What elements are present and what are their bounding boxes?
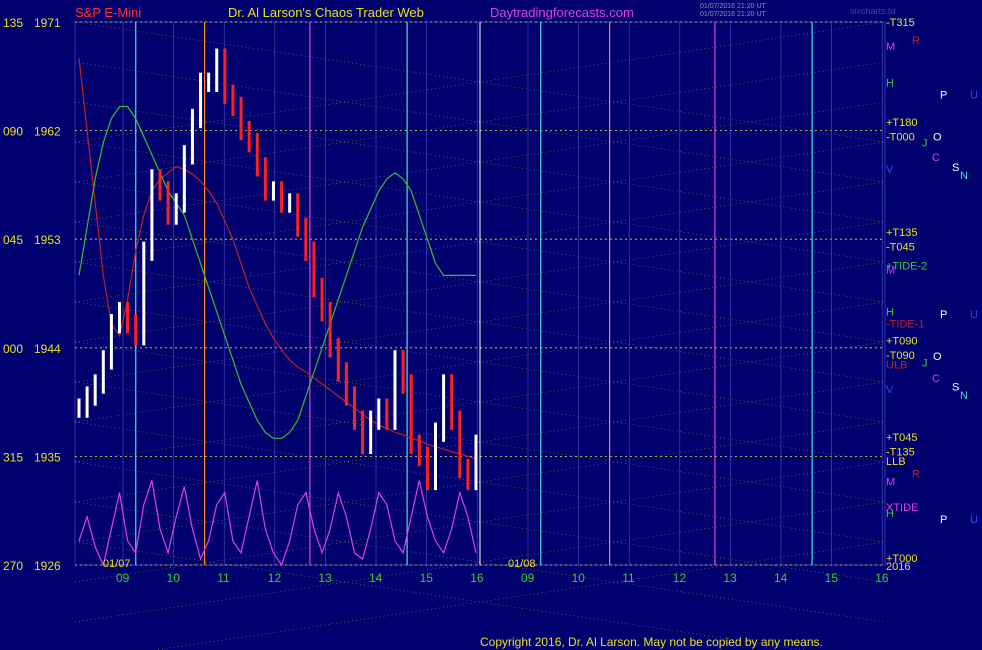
- y-label-price: 1971: [34, 16, 61, 30]
- panel-date: 01/08: [508, 558, 536, 570]
- y-label-price: 1944: [34, 342, 61, 356]
- price-marks: [77, 48, 478, 491]
- right-label: -TIDE-1: [886, 319, 925, 331]
- right-label: +TIDE-2: [886, 261, 927, 273]
- right-label: N: [960, 390, 968, 402]
- right-label: H: [886, 77, 894, 89]
- y-label-angle: 090: [3, 125, 23, 139]
- right-label: V: [886, 384, 894, 396]
- series-line-xtide: [78, 480, 477, 567]
- hour-label: 13: [318, 571, 332, 585]
- site-url[interactable]: Daytradingforecasts.com: [490, 5, 634, 20]
- hour-label: 14: [369, 571, 383, 585]
- hour-label: 14: [774, 571, 788, 585]
- right-label: R: [912, 468, 920, 480]
- right-label: C: [932, 373, 940, 385]
- hour-label: 12: [673, 571, 687, 585]
- hour-label: 09: [521, 571, 535, 585]
- hour-label: 12: [268, 571, 282, 585]
- hour-label: 15: [825, 571, 839, 585]
- right-label: P: [940, 89, 947, 101]
- chart-grid: [74, 21, 886, 650]
- hour-label: 13: [723, 571, 737, 585]
- y-label-price: 1926: [34, 559, 61, 573]
- chaos-trader-chart: 135 1971 090 1962 045 1953 000 1944 315 1935 270 19…: [3, 3, 978, 650]
- panel-date: 01/07: [103, 558, 131, 570]
- y-label-angle: 000: [3, 342, 23, 356]
- right-label: U: [970, 514, 978, 526]
- hour-label: 10: [572, 571, 586, 585]
- right-label: U: [970, 309, 978, 321]
- right-label: H: [886, 307, 894, 319]
- right-label: P: [940, 309, 947, 321]
- right-label: O: [933, 351, 942, 363]
- right-label: 2016: [886, 561, 910, 573]
- timestamp-2: 01/07/2016 21:20 UT: [700, 11, 766, 18]
- right-label: O: [933, 132, 942, 144]
- right-label: H: [886, 508, 894, 520]
- right-label: +T135: [886, 227, 918, 239]
- instrument-label: S&P E-Mini: [75, 5, 141, 20]
- y-label-angle: 270: [3, 559, 23, 573]
- right-label: -T315: [886, 17, 915, 29]
- y-label-angle: 045: [3, 233, 23, 247]
- right-label: +T090: [886, 336, 918, 348]
- right-label: N: [960, 170, 968, 182]
- y-label-price: 1962: [34, 125, 61, 139]
- hour-label: 11: [217, 571, 230, 585]
- right-label: -T045: [886, 241, 915, 253]
- right-label: LLB: [886, 456, 906, 468]
- right-label: M: [886, 477, 895, 489]
- timestamp-1: 01/07/2016 21:20 UT: [700, 3, 766, 10]
- series-line-tide-1: [78, 58, 477, 460]
- right-label: U: [970, 89, 978, 101]
- right-label: -T000: [886, 132, 915, 144]
- hour-label: 16: [470, 571, 484, 585]
- site-title: Dr. Al Larson's Chaos Trader Web: [228, 5, 424, 20]
- hour-label: 09: [116, 571, 130, 585]
- right-label: S: [952, 381, 959, 393]
- right-label: +T045: [886, 432, 918, 444]
- hour-label: 11: [622, 571, 635, 585]
- right-label: S: [952, 162, 959, 174]
- right-label: M: [886, 41, 895, 53]
- y-label-price: 1953: [34, 233, 61, 247]
- right-label: P: [940, 514, 947, 526]
- right-label: C: [932, 152, 940, 164]
- right-label: ULB: [886, 360, 907, 372]
- y-label-price: 1935: [34, 450, 61, 464]
- copyright: Copyright 2016, Dr. Al Larson. May not b…: [480, 635, 823, 649]
- right-label: J: [922, 357, 928, 369]
- software-label: sixcharts.td: [850, 6, 896, 16]
- y-label-angle: 135: [3, 16, 23, 30]
- right-label: +T180: [886, 117, 918, 129]
- hour-label: 10: [167, 571, 181, 585]
- hour-label: 15: [420, 571, 434, 585]
- series-line-tide-2: [78, 105, 476, 439]
- right-label: R: [912, 35, 920, 47]
- y-label-angle: 315: [3, 450, 23, 464]
- right-label: V: [886, 164, 894, 176]
- right-label: J: [922, 138, 928, 150]
